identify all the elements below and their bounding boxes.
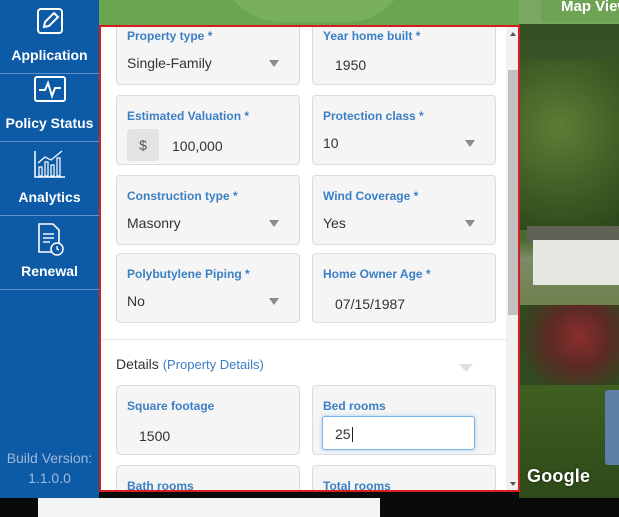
property-type-select[interactable]: Property type * Single-Family [116, 27, 300, 85]
street-view-map[interactable]: Map View Google [519, 0, 619, 498]
field-label: Protection class * [323, 109, 424, 123]
polybutylene-piping-select[interactable]: Polybutylene Piping * No [116, 253, 300, 323]
year-built-input[interactable]: Year home built * 1950 [312, 27, 496, 85]
field-label: Total rooms [323, 479, 391, 492]
chevron-down-icon [465, 140, 475, 147]
sidebar-item-policy-status[interactable]: Policy Status [0, 68, 99, 142]
sidebar-item-analytics[interactable]: Analytics [0, 142, 99, 216]
field-value: Yes [323, 215, 346, 231]
edit-icon [36, 8, 63, 34]
map-tree [519, 60, 619, 230]
scrollbar-thumb[interactable] [508, 70, 518, 315]
section-divider [101, 339, 506, 340]
estimated-valuation-input[interactable]: Estimated Valuation * $ 100,000 [116, 95, 300, 165]
field-label: Property type * [127, 29, 213, 43]
field-label: Bath rooms [127, 479, 194, 492]
field-label: Bed rooms [323, 399, 386, 413]
field-value: Masonry [127, 215, 181, 231]
construction-type-select[interactable]: Construction type * Masonry [116, 175, 300, 245]
map-person [605, 390, 619, 465]
field-value: 100,000 [172, 138, 223, 154]
home-owner-age-input[interactable]: Home Owner Age * 07/15/1987 [312, 253, 496, 323]
pulse-monitor-icon [33, 76, 66, 102]
field-label: Polybutylene Piping * [127, 267, 250, 281]
sidebar-item-label: Renewal [21, 263, 78, 279]
wind-coverage-select[interactable]: Wind Coverage * Yes [312, 175, 496, 245]
bath-rooms-input[interactable]: Bath rooms [116, 465, 300, 492]
field-label: Square footage [127, 399, 215, 413]
map-house [533, 240, 619, 285]
build-version: Build Version: 1.1.0.0 [0, 448, 99, 488]
total-rooms-input[interactable]: Total rooms [312, 465, 496, 492]
bed-rooms-input[interactable]: 25 [322, 416, 475, 450]
field-value: 1950 [335, 57, 367, 73]
chevron-down-icon [269, 298, 279, 305]
sidebar-item-application[interactable]: Application [0, 0, 99, 74]
header-banner [99, 0, 519, 26]
document-clock-icon [37, 223, 64, 256]
field-label: Wind Coverage * [323, 189, 419, 203]
bar-chart-icon [33, 150, 65, 178]
chevron-down-icon [269, 220, 279, 227]
google-logo: Google [527, 466, 591, 486]
field-label: Estimated Valuation * [127, 109, 250, 123]
field-label: Year home built * [323, 29, 421, 43]
section-subtitle: (Property Details) [162, 357, 264, 372]
field-value: 10 [323, 135, 339, 151]
field-label: Home Owner Age * [323, 267, 431, 281]
scroll-down-arrow-icon[interactable] [510, 482, 516, 486]
details-section-title: Details (Property Details) [116, 356, 264, 372]
chevron-down-icon[interactable] [459, 364, 473, 372]
sidebar-item-renewal[interactable]: Renewal [0, 216, 99, 290]
field-label: Construction type * [127, 189, 238, 203]
property-form-panel: Property type * Single-Family Year home … [99, 25, 520, 492]
chevron-down-icon [269, 60, 279, 67]
text-cursor [351, 427, 353, 442]
protection-class-select[interactable]: Protection class * 10 [312, 95, 496, 165]
sidebar: Application Policy Status Analytics Rene… [0, 0, 99, 498]
scroll-up-arrow-icon[interactable] [510, 32, 516, 36]
sidebar-item-label: Policy Status [5, 115, 94, 131]
sidebar-item-label: Analytics [18, 189, 81, 205]
input-value: 25 [335, 426, 351, 442]
chevron-down-icon [465, 220, 475, 227]
map-bush [519, 305, 619, 385]
field-value: No [127, 293, 145, 309]
banner-decoration [219, 0, 409, 22]
field-value: Single-Family [127, 55, 212, 71]
map-view-tab[interactable]: Map View [541, 0, 619, 22]
sidebar-item-label: Application [11, 47, 88, 63]
field-value: 1500 [139, 428, 171, 444]
bottom-bar [38, 498, 380, 517]
build-version-number: 1.1.0.0 [28, 470, 71, 486]
currency-prefix: $ [127, 129, 159, 161]
build-version-label: Build Version: [6, 450, 93, 466]
field-value: 07/15/1987 [335, 296, 406, 312]
square-footage-input[interactable]: Square footage 1500 [116, 385, 300, 455]
bed-rooms-field: Bed rooms 25 [312, 385, 496, 455]
section-title-text: Details [116, 356, 159, 372]
